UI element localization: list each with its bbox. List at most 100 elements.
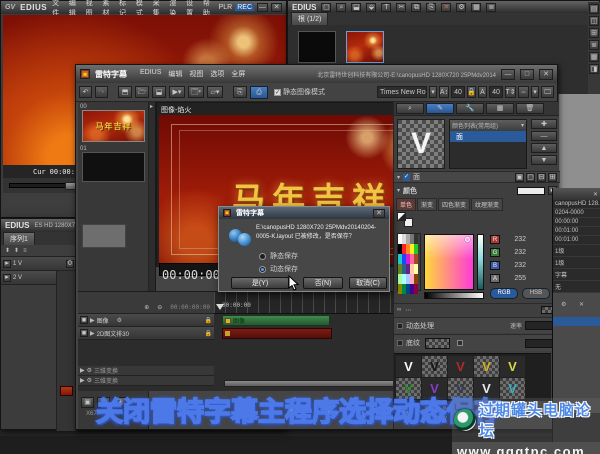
collapse-icon[interactable]: ⬍ <box>14 247 19 254</box>
no-button[interactable]: 否(N) <box>303 277 343 289</box>
close-icon[interactable]: ✕ <box>579 301 584 308</box>
expand-icon[interactable]: ▶ <box>90 317 95 324</box>
rgb-mode-button[interactable]: RGB <box>490 288 518 299</box>
hue-slider[interactable] <box>477 234 484 290</box>
bin-tab-root[interactable]: 根 (1/2) <box>291 12 328 25</box>
radio-static-save[interactable]: 静态保存 <box>259 251 298 261</box>
track-patch-icon[interactable]: ▸ <box>3 274 11 282</box>
layer-icon-2[interactable]: ▢ <box>526 173 535 182</box>
style-preset[interactable]: V <box>474 356 499 377</box>
palette-color[interactable] <box>414 264 418 274</box>
clipboard-icon[interactable]: ⎘ <box>233 86 247 98</box>
fg-bg-swatch[interactable] <box>397 212 415 229</box>
static-mode-toggle[interactable]: ✓ 静态图像模式 <box>274 87 325 97</box>
font-family-select[interactable]: Times New Ro <box>377 86 427 98</box>
font-width-field[interactable]: 40 <box>489 86 503 98</box>
slide-thumbnail-1[interactable] <box>82 152 145 182</box>
rec-mode-button[interactable]: REC <box>235 4 254 11</box>
move-up-button[interactable]: ▲ <box>531 143 557 153</box>
palette-color[interactable] <box>414 284 418 294</box>
infinity-icon[interactable]: ∞ <box>397 307 401 313</box>
timeline-clip-2d[interactable] <box>222 328 332 339</box>
lock-icon[interactable]: 🔒 <box>205 330 212 337</box>
saturation-value-square[interactable] <box>424 234 474 290</box>
layer-icon-1[interactable]: ▣ <box>515 173 524 182</box>
effects-icon[interactable]: ⚙ <box>87 367 92 374</box>
move-down-button[interactable]: ▼ <box>531 155 557 165</box>
fg-color-swatch[interactable] <box>397 212 406 221</box>
hsb-mode-button[interactable]: HSB <box>522 288 550 299</box>
panel-icon-1[interactable]: ▤ <box>589 4 599 14</box>
visibility-icon[interactable]: ■ <box>80 329 88 337</box>
minimize-icon[interactable]: — <box>257 3 268 12</box>
slide-thumbnail-0[interactable]: 马年吉祥 <box>82 110 145 142</box>
title-icon[interactable]: T <box>381 3 391 12</box>
current-color-swatch[interactable] <box>517 187 545 195</box>
color-section-row[interactable]: ▾ 颜色 ▸ <box>394 184 560 197</box>
channel-value[interactable]: 255 <box>504 275 526 282</box>
redo-icon[interactable]: ↷ <box>95 86 108 98</box>
save-icon[interactable]: ⬓ <box>152 86 166 98</box>
expand-icon[interactable]: ⬍ <box>5 247 10 254</box>
palette-color[interactable] <box>414 274 418 284</box>
collapse-icon[interactable]: ▾ <box>397 187 400 194</box>
tab-search-icon[interactable]: ⌕ <box>396 103 424 114</box>
search-icon[interactable]: ⌕ <box>336 3 346 12</box>
channel-value[interactable]: 232 <box>504 262 526 269</box>
lock-icon[interactable]: 🔒 <box>205 317 212 324</box>
editor-track-row-2d[interactable]: ■ ▶ 2D图文排30 🔒 <box>78 327 214 340</box>
layer-icon-3[interactable]: ⊟ <box>537 173 546 182</box>
color-mode-tab[interactable]: 四色渐变 <box>438 198 470 211</box>
insert-shape-icon[interactable]: ▱▾ <box>207 86 223 98</box>
lette-menu-item[interactable]: 视图 <box>189 69 203 79</box>
lock-icon[interactable]: 🔒 <box>467 86 476 98</box>
texture-swatch[interactable] <box>425 338 450 349</box>
remove-color-button[interactable]: — <box>531 131 557 141</box>
track-patch-icon[interactable]: ▸ <box>3 260 11 268</box>
bin-item-clip-thumb[interactable] <box>346 31 384 63</box>
close-icon[interactable]: ✕ <box>539 69 553 80</box>
radio-dynamic-save[interactable]: 动态保存 <box>259 264 298 274</box>
bin-item-sequence-thumb[interactable] <box>298 31 336 63</box>
tab-grid-icon[interactable]: ▦ <box>486 103 514 114</box>
tab-trash-icon[interactable]: 🗑 <box>516 103 544 114</box>
settings-icon[interactable]: ⚙ <box>456 3 466 12</box>
expand-icon[interactable]: ▶ <box>80 377 85 384</box>
palette-color[interactable] <box>414 234 418 244</box>
dynamic-effect-row[interactable]: 动态处理 速率 <box>394 317 560 333</box>
more-icon[interactable]: ⋯ <box>405 307 411 314</box>
zoom-out-icon[interactable]: ⊖ <box>157 304 162 311</box>
channel-value[interactable]: 232 <box>504 249 526 256</box>
monitor-icon[interactable]: 🖵 <box>541 86 554 98</box>
slide-thumbnail-2[interactable] <box>82 224 126 248</box>
checkbox-icon[interactable] <box>457 340 463 346</box>
close-icon[interactable]: ✕ <box>373 209 385 218</box>
scroll-arrow-icon[interactable]: ▸ <box>150 103 153 110</box>
timeline-tab-sequence[interactable]: 序列1 <box>3 232 35 245</box>
effects-icon[interactable]: ⚙ <box>87 377 92 384</box>
palette-color[interactable] <box>414 254 418 264</box>
text-direction-icon[interactable]: T⇕ <box>505 86 516 98</box>
channel-value[interactable]: 232 <box>504 236 526 243</box>
export-active-icon[interactable]: ⎙ <box>250 86 268 99</box>
color-picker-marker[interactable] <box>465 237 470 242</box>
checkbox-checked-icon[interactable]: ✓ <box>403 174 410 181</box>
paste-icon[interactable]: ⎘ <box>426 3 436 12</box>
palette-color[interactable] <box>414 244 418 254</box>
color-list-selected-item[interactable]: 面 <box>450 131 526 142</box>
layer-row[interactable]: ▾ ✓ 面 ▣ ▢ ⊟ ⊞ <box>394 171 560 183</box>
expand-icon[interactable]: ▶ <box>80 367 85 374</box>
expand-icon[interactable]: ▶ <box>90 330 95 337</box>
panel-icon-3[interactable]: ⊞ <box>589 28 599 38</box>
plr-mode-button[interactable]: PLR <box>219 4 233 11</box>
chevron-down-icon[interactable]: ▾ <box>531 86 539 98</box>
layout-button-1[interactable]: ▣ <box>81 397 94 408</box>
menu-icon[interactable]: ≡ <box>23 248 27 254</box>
panel-icon-5[interactable]: ▦ <box>589 52 599 62</box>
track-row[interactable]: ▸ 1 V 0 <box>1 257 76 271</box>
style-preset[interactable]: V <box>396 356 421 377</box>
text-spacing-icon[interactable]: ⇔ <box>518 86 529 98</box>
panel-icon-2[interactable]: ◫ <box>589 16 599 26</box>
insert-image-icon[interactable]: 🗔▾ <box>188 86 204 98</box>
list-view-icon[interactable]: ≣ <box>486 3 496 12</box>
